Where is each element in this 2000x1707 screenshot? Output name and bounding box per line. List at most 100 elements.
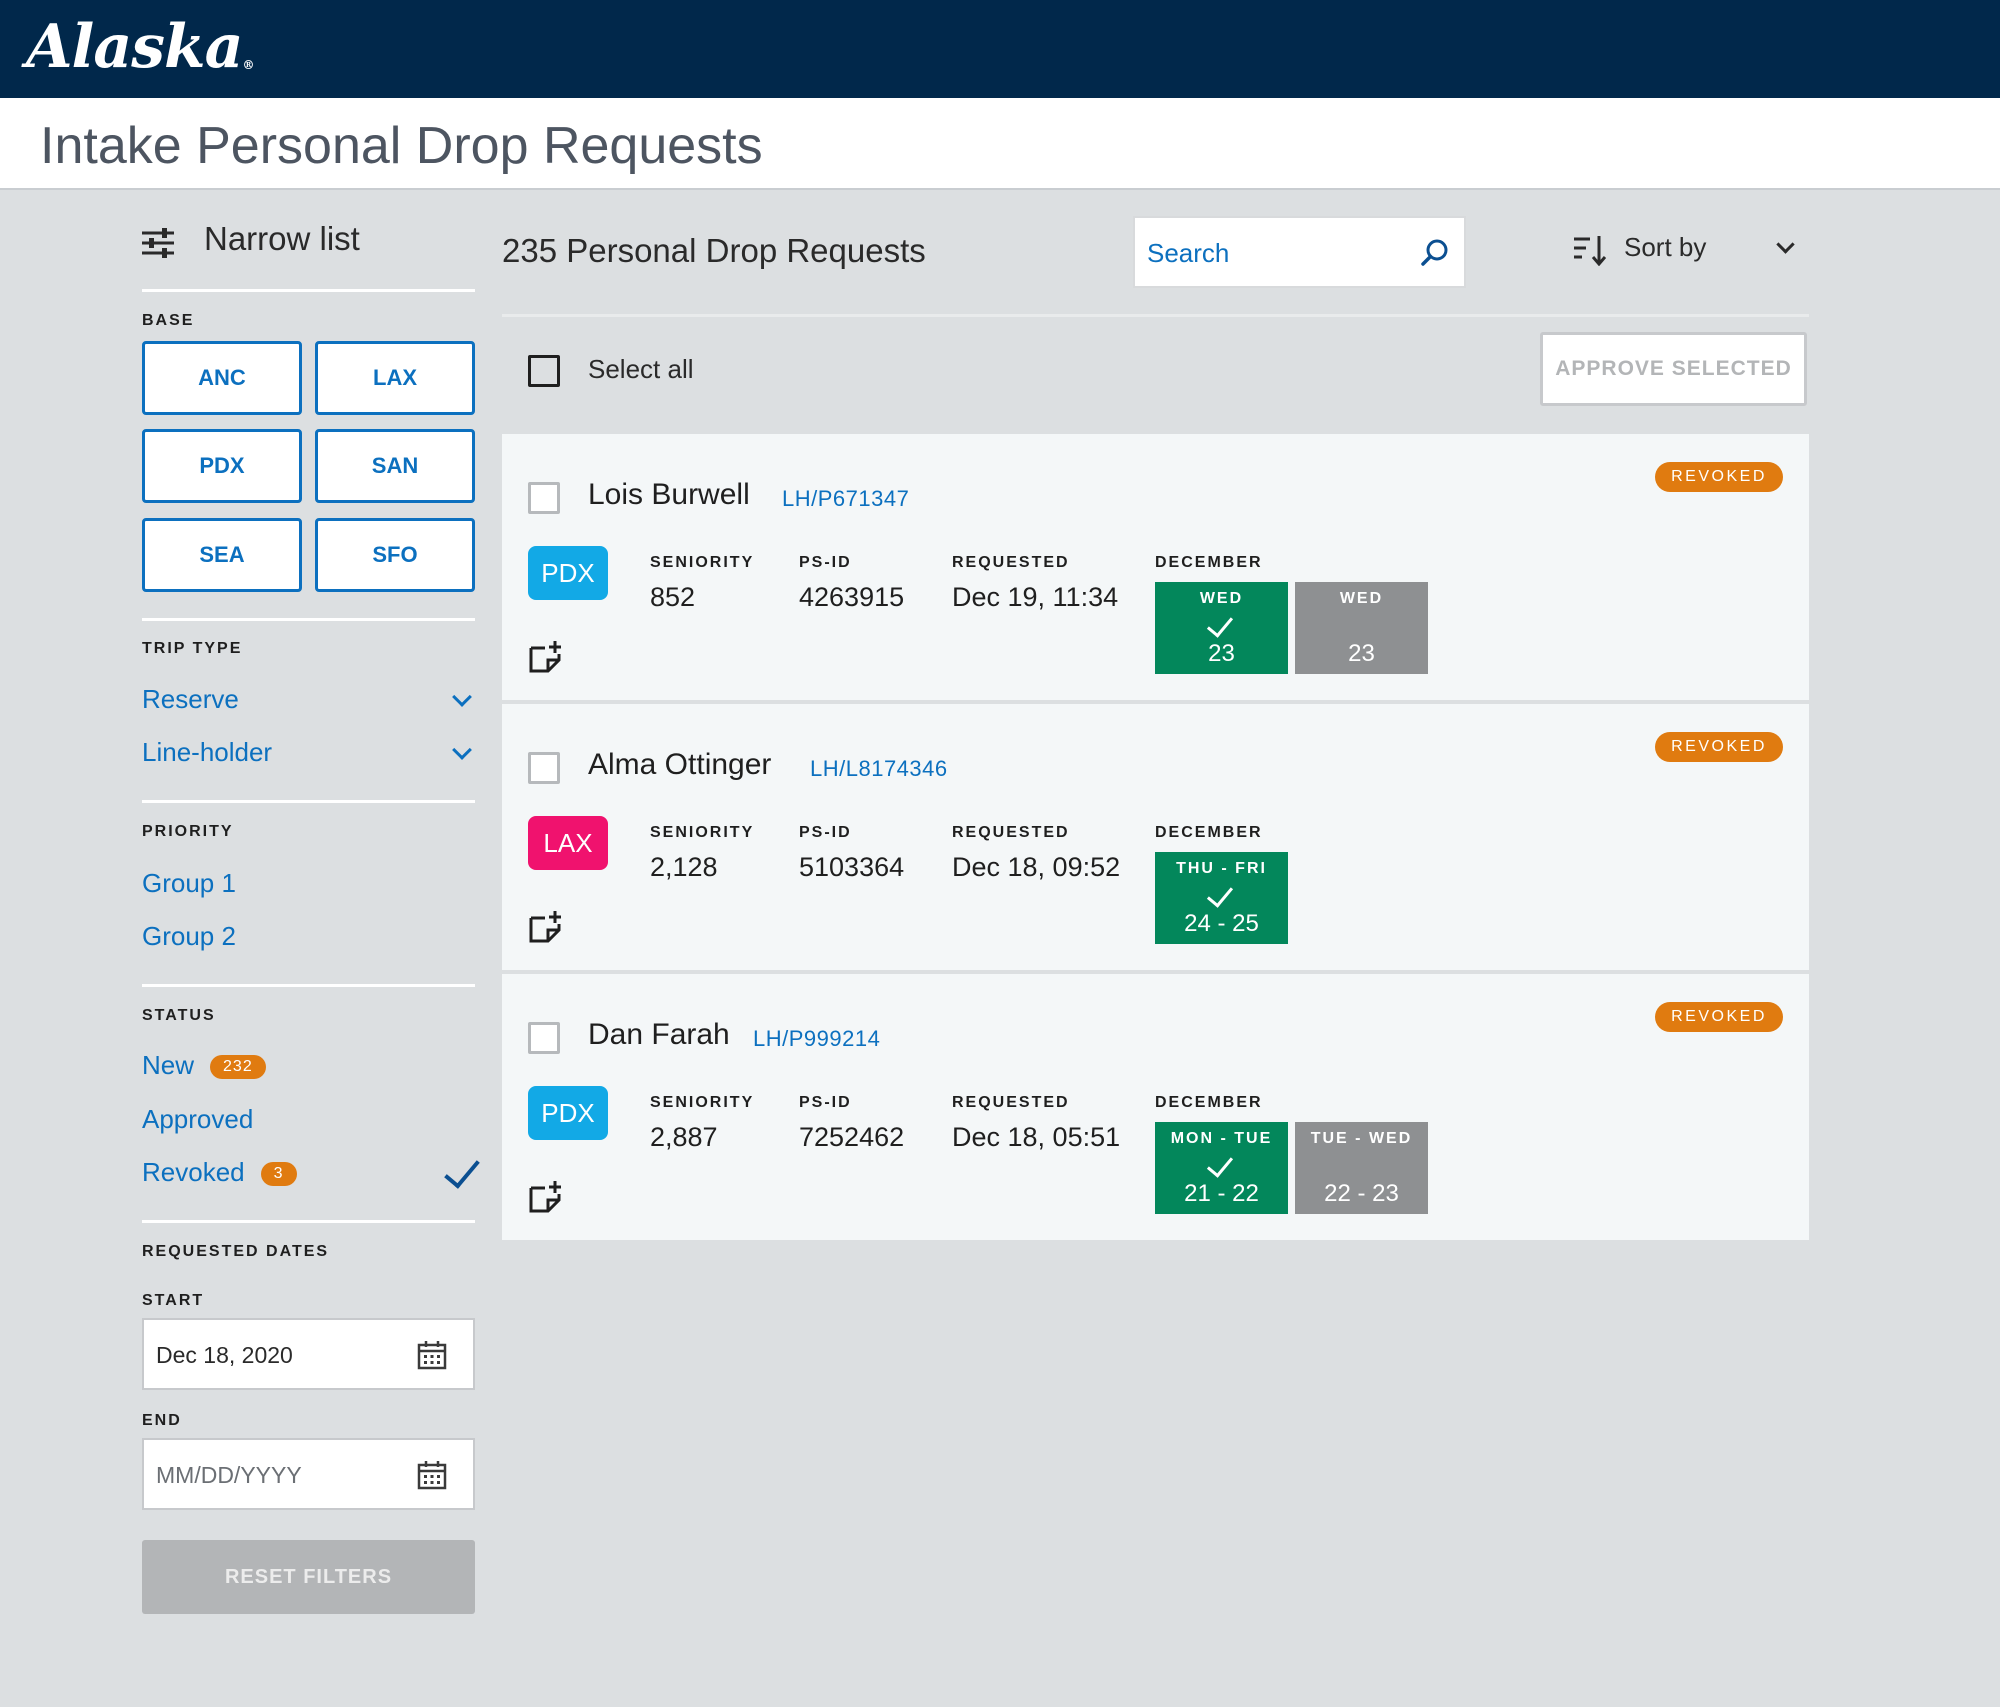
start-date-input[interactable] (156, 1338, 396, 1372)
line-id-link[interactable]: LH/P999214 (753, 1026, 880, 1052)
title-bar: Intake Personal Drop Requests (0, 98, 2000, 190)
request-checkbox[interactable] (528, 482, 560, 514)
page-title: Intake Personal Drop Requests (40, 117, 763, 175)
status-section-label: STATUS (142, 1007, 216, 1024)
priority-group-2[interactable]: Group 2 (142, 921, 236, 952)
line-id-link[interactable]: LH/P671347 (782, 486, 909, 512)
divider (142, 289, 475, 292)
divider (142, 1220, 475, 1223)
base-badge: PDX (528, 546, 608, 600)
sort-dropdown[interactable]: Sort by (1574, 232, 1804, 272)
start-date-label: START (142, 1292, 205, 1309)
status-badge: REVOKED (1655, 462, 1783, 492)
calendar-icon[interactable] (417, 1340, 447, 1370)
search-input[interactable] (1147, 236, 1407, 270)
psid-label: PS-ID (799, 554, 852, 571)
base-filter-sea[interactable]: SEA (142, 518, 302, 592)
base-filter-pdx[interactable]: PDX (142, 429, 302, 503)
drop-day-name: WED (1339, 590, 1384, 607)
request-checkbox[interactable] (528, 1022, 560, 1054)
trip-type-line-holder[interactable]: Line-holder (142, 737, 475, 777)
sort-icon (1574, 236, 1606, 266)
psid-label: PS-ID (799, 1094, 852, 1111)
status-new[interactable]: New 232 (142, 1050, 266, 1081)
filter-sliders-icon (142, 228, 174, 258)
end-date-input[interactable] (156, 1458, 396, 1492)
seniority-value: 852 (650, 582, 696, 612)
priority-group-1[interactable]: Group 1 (142, 868, 236, 899)
top-header: Alaska® (0, 0, 2000, 98)
divider (142, 618, 475, 621)
search-icon[interactable] (1420, 238, 1450, 268)
line-id-link[interactable]: LH/L8174346 (810, 756, 948, 782)
request-card: Dan Farah LH/P999214 REVOKED PDX SENIORITY 2,… (502, 974, 1809, 1240)
base-badge: LAX (528, 816, 608, 870)
status-new-count: 232 (210, 1055, 266, 1080)
divider (142, 800, 475, 803)
end-date-field[interactable] (142, 1438, 475, 1510)
seniority-label: SENIORITY (650, 554, 755, 571)
narrow-list-label: Narrow list (204, 220, 360, 257)
drop-day-tile[interactable]: TUE - WED 22 - 23 (1295, 1122, 1428, 1214)
trip-type-reserve-label: Reserve (142, 684, 239, 714)
logo-registered-mark: ® (242, 58, 254, 72)
status-revoked[interactable]: Revoked 3 (142, 1151, 480, 1201)
requested-dates-label: REQUESTED DATES (142, 1243, 330, 1260)
status-badge: REVOKED (1655, 1002, 1783, 1032)
start-date-field[interactable] (142, 1318, 475, 1390)
drop-day-name: MON - TUE (1170, 1130, 1273, 1147)
checkmark-icon (1206, 880, 1234, 908)
drop-day-date: 21 - 22 (1184, 1180, 1259, 1207)
drop-day-tile[interactable]: THU - FRI 24 - 25 (1155, 852, 1288, 944)
drop-day-tile[interactable]: WED 23 (1155, 582, 1288, 674)
requested-label: REQUESTED (952, 824, 1070, 841)
calendar-icon[interactable] (417, 1460, 447, 1490)
base-section-label: BASE (142, 312, 195, 329)
end-date-label: END (142, 1412, 182, 1429)
drop-day-date: 23 (1348, 640, 1375, 667)
request-card: Lois Burwell LH/P671347 REVOKED PDX SENIORIT… (502, 434, 1809, 700)
status-approved-label: Approved (142, 1104, 254, 1134)
psid-label: PS-ID (799, 824, 852, 841)
drop-day-tile[interactable]: WED 23 (1295, 582, 1428, 674)
logo-text: Alaska (26, 12, 243, 82)
seniority-value: 2,128 (650, 852, 718, 882)
base-filter-anc[interactable]: ANC (142, 341, 302, 415)
chevron-down-icon (452, 687, 472, 707)
reset-filters-button[interactable]: RESET FILTERS (142, 1540, 475, 1614)
requested-value: Dec 19, 11:34 (952, 582, 1119, 612)
psid-value: 4263915 (799, 582, 905, 612)
month-label: DECEMBER (1155, 824, 1263, 841)
divider (142, 984, 475, 987)
status-badge: REVOKED (1655, 732, 1783, 762)
drop-day-date: 24 - 25 (1184, 910, 1259, 937)
select-all-label[interactable]: Select all (588, 354, 694, 385)
approve-selected-button[interactable]: APPROVE SELECTED (1540, 332, 1807, 406)
checkmark-icon (1206, 1150, 1234, 1178)
divider (502, 314, 1809, 317)
search-field[interactable] (1133, 216, 1466, 288)
add-note-icon[interactable] (528, 1180, 562, 1214)
seniority-value: 2,887 (650, 1122, 718, 1152)
base-filter-sfo[interactable]: SFO (315, 518, 475, 592)
trip-type-reserve[interactable]: Reserve (142, 684, 475, 724)
psid-value: 7252462 (799, 1122, 905, 1152)
request-checkbox[interactable] (528, 752, 560, 784)
requested-value: Dec 18, 09:52 (952, 852, 1121, 882)
base-filter-san[interactable]: SAN (315, 429, 475, 503)
drop-day-name: TUE - WED (1310, 1130, 1413, 1147)
employee-name: Alma Ottinger (588, 748, 772, 781)
base-badge: PDX (528, 1086, 608, 1140)
drop-day-name: WED (1199, 590, 1244, 607)
select-all-checkbox[interactable] (528, 355, 560, 387)
alaska-logo[interactable]: Alaska® (26, 12, 254, 82)
trip-type-line-holder-label: Line-holder (142, 737, 273, 767)
psid-value: 5103364 (799, 852, 905, 882)
status-approved[interactable]: Approved (142, 1104, 253, 1135)
add-note-icon[interactable] (528, 910, 562, 944)
add-note-icon[interactable] (528, 640, 562, 674)
base-filter-lax[interactable]: LAX (315, 341, 475, 415)
selected-check-icon (444, 1151, 480, 1189)
drop-day-tile[interactable]: MON - TUE 21 - 22 (1155, 1122, 1288, 1214)
requested-label: REQUESTED (952, 554, 1070, 571)
